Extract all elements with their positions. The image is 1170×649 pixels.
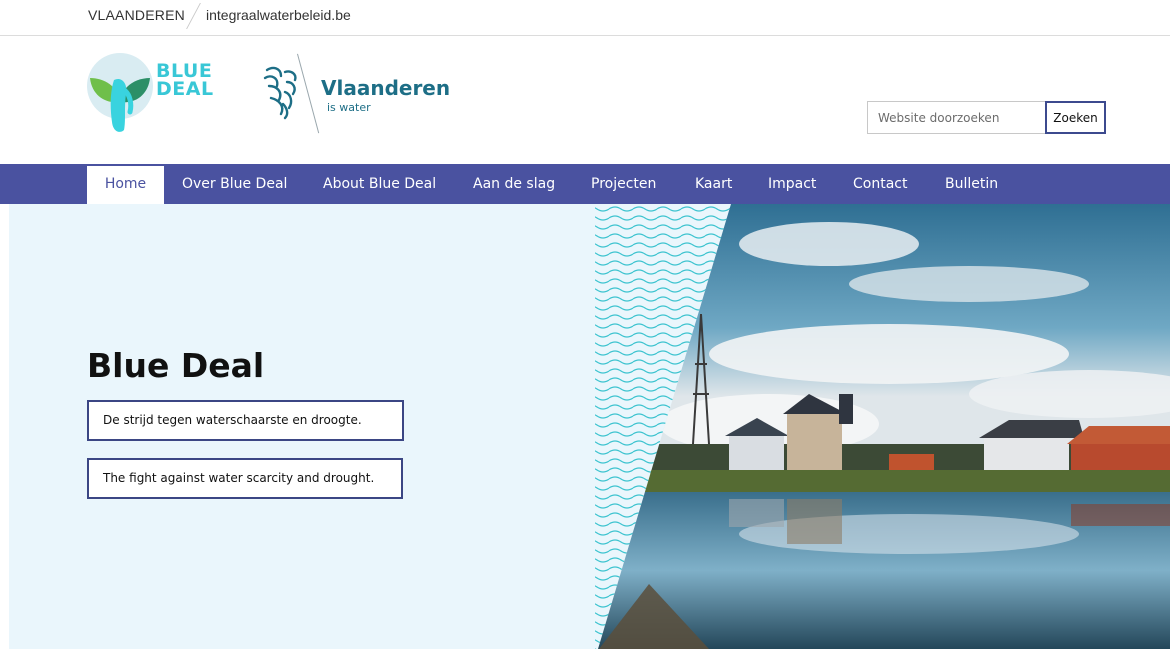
search-input[interactable] — [867, 101, 1045, 134]
search-button[interactable]: Zoeken — [1045, 101, 1106, 134]
search-form: Zoeken — [867, 101, 1106, 134]
bluedeal-wordmark[interactable]: BLUE DEAL — [156, 62, 214, 100]
nav-item-aan-de-slag[interactable]: Aan de slag — [473, 164, 555, 204]
main-nav: Home Over Blue Deal About Blue Deal Aan … — [0, 164, 1170, 204]
nav-item-kaart[interactable]: Kaart — [695, 164, 732, 204]
nav-item-impact[interactable]: Impact — [768, 164, 816, 204]
flemish-lion-icon[interactable] — [259, 64, 301, 120]
site-link[interactable]: integraalwaterbeleid.be — [206, 7, 351, 23]
nav-item-bulletin[interactable]: Bulletin — [945, 164, 998, 204]
vlaanderen-title[interactable]: Vlaanderen — [321, 76, 450, 100]
hero-title: Blue Deal — [87, 346, 265, 385]
hero-banner: Blue Deal De strijd tegen waterschaarste… — [9, 204, 1170, 649]
nav-item-about-blue-deal[interactable]: About Blue Deal — [323, 164, 436, 204]
site-header: BLUE DEAL Vlaanderen is water Zoeken — [0, 36, 1170, 164]
hero-tagline-nl: De strijd tegen waterschaarste en droogt… — [87, 400, 404, 441]
hero-tagline-en: The fight against water scarcity and dro… — [87, 458, 403, 499]
nav-item-projecten[interactable]: Projecten — [591, 164, 656, 204]
vlaanderen-subtitle: is water — [327, 101, 371, 114]
breadcrumb-separator — [186, 3, 201, 29]
top-strip: VLAANDEREN integraalwaterbeleid.be — [0, 0, 1170, 36]
nav-item-over-blue-deal[interactable]: Over Blue Deal — [182, 164, 287, 204]
vlaanderen-link[interactable]: VLAANDEREN — [88, 7, 185, 23]
nav-item-home[interactable]: Home — [87, 166, 164, 204]
nav-item-contact[interactable]: Contact — [853, 164, 907, 204]
bluedeal-logo-icon[interactable] — [84, 50, 160, 138]
bluedeal-wordmark-line2: DEAL — [156, 78, 214, 100]
